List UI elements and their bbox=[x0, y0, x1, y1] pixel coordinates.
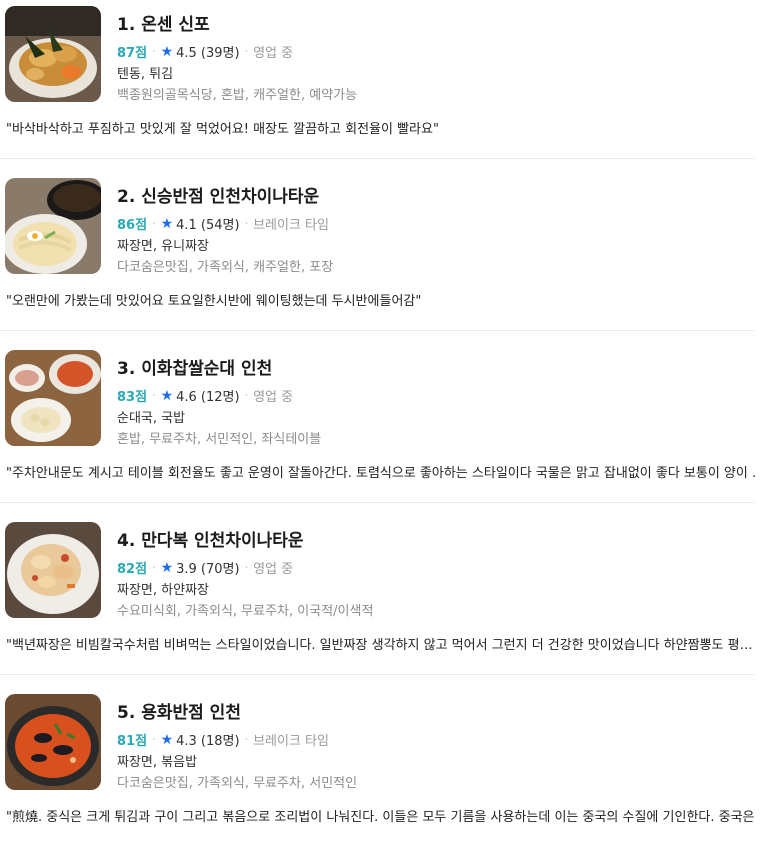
restaurant-meta: 83점 · ★ 4.6 (12명) · 영업 중 bbox=[117, 386, 294, 406]
tags: 수요미식회, 가족외식, 무료주차, 이국적/이색적 bbox=[117, 604, 374, 619]
restaurant-card[interactable]: 4. 만다복 인천차이나타운 82점 · ★ 3.9 (70명) · 영업 중 … bbox=[0, 516, 766, 688]
food-categories: 텐동, 튀김 bbox=[117, 67, 174, 82]
restaurant-meta: 81점 · ★ 4.3 (18명) · 브레이크 타임 bbox=[117, 730, 329, 750]
star-icon: ★ bbox=[160, 43, 174, 60]
status-text: 브레이크 타임 bbox=[253, 734, 329, 749]
rating-value: 4.3 (18명) bbox=[176, 734, 240, 749]
separator-dot: · bbox=[152, 561, 156, 574]
separator-dot: · bbox=[152, 733, 156, 746]
separator-dot: · bbox=[244, 45, 249, 58]
score-value: 86점 bbox=[117, 218, 148, 233]
star-icon: ★ bbox=[160, 387, 174, 404]
divider bbox=[0, 330, 754, 331]
review-snippet[interactable]: "煎燒. 중식은 크게 튀김과 구이 그리고 볶음으로 조리법이 나눠진다. 이… bbox=[6, 806, 756, 825]
sundae-side-dishes-photo-icon[interactable] bbox=[5, 350, 101, 446]
food-categories: 순대국, 국밥 bbox=[117, 411, 186, 426]
score-value: 83점 bbox=[117, 390, 148, 405]
separator-dot: · bbox=[152, 389, 156, 402]
divider bbox=[0, 158, 754, 159]
rating-value: 4.6 (12명) bbox=[176, 390, 240, 405]
star-icon: ★ bbox=[160, 731, 174, 748]
score-value: 81점 bbox=[117, 734, 148, 749]
restaurant-meta: 82점 · ★ 3.9 (70명) · 영업 중 bbox=[117, 558, 294, 578]
restaurant-card[interactable]: 2. 신승반점 인천차이나타운 86점 · ★ 4.1 (54명) · 브레이크… bbox=[0, 172, 766, 344]
separator-dot: · bbox=[244, 217, 249, 230]
score-value: 87점 bbox=[117, 46, 148, 61]
restaurant-card[interactable]: 5. 용화반점 인천 81점 · ★ 4.3 (18명) · 브레이크 타임 짜… bbox=[0, 688, 766, 860]
restaurant-title[interactable]: 2. 신승반점 인천차이나타운 bbox=[117, 182, 319, 207]
status-text: 브레이크 타임 bbox=[253, 218, 329, 233]
separator-dot: · bbox=[152, 217, 156, 230]
restaurant-meta: 86점 · ★ 4.1 (54명) · 브레이크 타임 bbox=[117, 214, 329, 234]
review-snippet[interactable]: "바삭바삭하고 푸짐하고 맛있게 잘 먹었어요! 매장도 깔끔하고 회전율이 빨… bbox=[6, 118, 756, 137]
tags: 백종원의골목식당, 혼밥, 캐주얼한, 예약가능 bbox=[117, 88, 358, 103]
rating-value: 4.5 (39명) bbox=[176, 46, 240, 61]
white-jjajang-photo-icon[interactable] bbox=[5, 522, 101, 618]
restaurant-card[interactable]: 1. 온센 신포 87점 · ★ 4.5 (39명) · 영업 중 텐동, 튀김… bbox=[0, 0, 766, 172]
restaurant-title[interactable]: 4. 만다복 인천차이나타운 bbox=[117, 526, 304, 551]
separator-dot: · bbox=[244, 389, 249, 402]
status-text: 영업 중 bbox=[253, 390, 294, 405]
divider bbox=[0, 674, 754, 675]
status-text: 영업 중 bbox=[253, 46, 294, 61]
restaurant-title[interactable]: 5. 용화반점 인천 bbox=[117, 698, 241, 723]
review-snippet[interactable]: "주차안내문도 계시고 테이블 회전율도 좋고 운영이 잘돌아간다. 토렴식으로… bbox=[6, 462, 756, 481]
food-categories: 짜장면, 볶음밥 bbox=[117, 755, 198, 770]
restaurant-card[interactable]: 3. 이화찹쌀순대 인천 83점 · ★ 4.6 (12명) · 영업 중 순대… bbox=[0, 344, 766, 516]
separator-dot: · bbox=[244, 733, 249, 746]
status-text: 영업 중 bbox=[253, 562, 294, 577]
restaurant-title[interactable]: 1. 온센 신포 bbox=[117, 10, 210, 35]
star-icon: ★ bbox=[160, 215, 174, 232]
divider bbox=[0, 502, 754, 503]
restaurant-title[interactable]: 3. 이화찹쌀순대 인천 bbox=[117, 354, 272, 379]
rating-value: 3.9 (70명) bbox=[176, 562, 240, 577]
separator-dot: · bbox=[152, 45, 156, 58]
rating-value: 4.1 (54명) bbox=[176, 218, 240, 233]
tendon-photo-icon[interactable] bbox=[5, 6, 101, 102]
tags: 다코숨은맛집, 가족외식, 무료주차, 서민적인 bbox=[117, 776, 358, 791]
restaurant-meta: 87점 · ★ 4.5 (39명) · 영업 중 bbox=[117, 42, 294, 62]
food-categories: 짜장면, 유니짜장 bbox=[117, 239, 209, 254]
tags: 다코숨은맛집, 가족외식, 캐주얼한, 포장 bbox=[117, 260, 334, 275]
jjamppong-photo-icon[interactable] bbox=[5, 694, 101, 790]
separator-dot: · bbox=[244, 561, 249, 574]
jjajang-photo-icon[interactable] bbox=[5, 178, 101, 274]
review-snippet[interactable]: "백년짜장은 비빔칼국수처럼 비벼먹는 스타일이었습니다. 일반짜장 생각하지 … bbox=[6, 634, 756, 653]
food-categories: 짜장면, 하얀짜장 bbox=[117, 583, 209, 598]
score-value: 82점 bbox=[117, 562, 148, 577]
review-snippet[interactable]: "오랜만에 가봤는데 맛있어요 토요일한시반에 웨이팅했는데 두시반에들어감" bbox=[6, 290, 756, 309]
tags: 혼밥, 무료주차, 서민적인, 좌식테이블 bbox=[117, 432, 322, 447]
star-icon: ★ bbox=[160, 559, 174, 576]
